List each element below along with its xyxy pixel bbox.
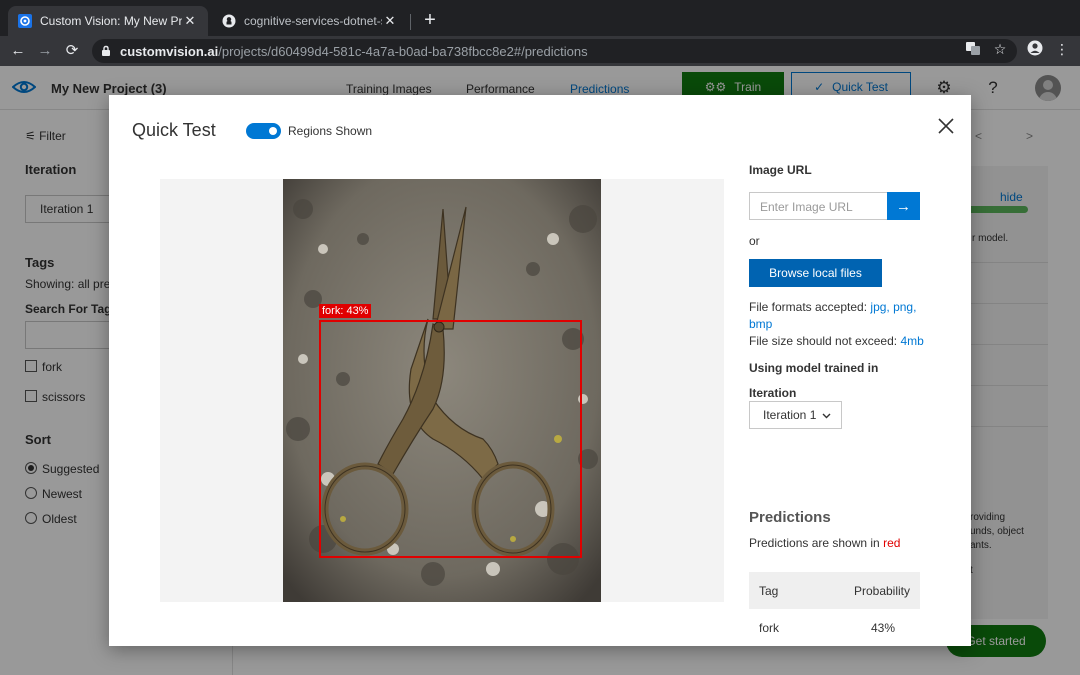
custom-vision-favicon-icon bbox=[18, 14, 32, 28]
tab-separator bbox=[410, 14, 411, 30]
column-header-probability: Probability bbox=[853, 583, 910, 598]
url-host: customvision.ai bbox=[120, 43, 219, 59]
test-photo-scissors: fork: 43% bbox=[283, 179, 601, 602]
prediction-tag: fork bbox=[759, 620, 780, 635]
github-favicon-icon bbox=[222, 14, 236, 28]
or-text: or bbox=[749, 234, 760, 248]
iteration-select-value: Iteration 1 bbox=[763, 408, 817, 422]
reload-icon[interactable]: ⟳ bbox=[62, 41, 82, 61]
translate-icon[interactable] bbox=[964, 40, 982, 58]
file-formats-value: bmp bbox=[749, 317, 773, 331]
predictions-note-color: red bbox=[883, 536, 901, 550]
bookmark-star-icon[interactable]: ☆ bbox=[991, 40, 1009, 58]
file-formats-text: File formats accepted: jpg, png, bbox=[749, 300, 917, 314]
image-url-heading: Image URL bbox=[749, 163, 812, 177]
regions-shown-label: Regions Shown bbox=[288, 124, 373, 138]
submit-url-arrow-icon[interactable]: → bbox=[887, 192, 920, 220]
browser-menu-icon[interactable]: ⋮ bbox=[1053, 40, 1071, 58]
browse-local-files-button[interactable]: Browse local files bbox=[749, 259, 882, 287]
tab-close-icon[interactable]: ✕ bbox=[382, 13, 398, 29]
prediction-probability: 43% bbox=[870, 620, 895, 635]
profile-icon[interactable] bbox=[1026, 40, 1044, 58]
new-tab-plus-icon[interactable]: + bbox=[420, 10, 440, 30]
test-image-area: fork: 43% bbox=[160, 179, 724, 602]
table-row[interactable]: fork 43% bbox=[749, 609, 920, 646]
quick-test-controls: Image URL Enter Image URL → or Browse lo… bbox=[749, 95, 971, 646]
browser-tab-github[interactable]: cognitive-services-dotnet-sdk ✕ bbox=[212, 6, 408, 36]
detected-region-box bbox=[319, 320, 582, 558]
predictions-heading: Predictions bbox=[749, 509, 831, 526]
file-size-value: 4mb bbox=[900, 334, 924, 348]
predictions-table: Tag Probability fork 43% bbox=[749, 572, 920, 646]
predictions-table-header: Tag Probability bbox=[749, 572, 920, 609]
iteration-label: Iteration bbox=[749, 386, 797, 400]
tab-title: cognitive-services-dotnet-sdk bbox=[244, 14, 382, 28]
browser-toolbar: ← → ⟳ customvision.ai/projects/d60499d4-… bbox=[0, 36, 1080, 66]
detected-region-label: fork: 43% bbox=[319, 304, 372, 318]
file-size-text: File size should not exceed: 4mb bbox=[749, 334, 924, 348]
file-formats-value: jpg, png, bbox=[870, 300, 917, 314]
predictions-note: Predictions are shown in red bbox=[749, 536, 901, 550]
image-url-input[interactable]: Enter Image URL bbox=[749, 192, 888, 220]
dialog-title: Quick Test bbox=[132, 120, 216, 140]
quick-test-dialog: Quick Test Regions Shown fork: 43% Image… bbox=[109, 95, 971, 646]
column-header-tag: Tag bbox=[759, 583, 779, 598]
regions-shown-toggle[interactable] bbox=[246, 123, 281, 139]
tab-title: Custom Vision: My New Project bbox=[40, 14, 182, 28]
model-heading: Using model trained in bbox=[749, 361, 879, 375]
forward-arrow-icon[interactable]: → bbox=[35, 41, 55, 61]
chevron-down-icon bbox=[822, 408, 831, 422]
back-arrow-icon[interactable]: ← bbox=[8, 41, 28, 61]
tab-close-icon[interactable]: ✕ bbox=[182, 13, 198, 29]
address-bar[interactable]: customvision.ai/projects/d60499d4-581c-4… bbox=[92, 39, 1017, 63]
browser-tab-strip: Custom Vision: My New Project ✕ cognitiv… bbox=[0, 0, 1080, 36]
lock-icon bbox=[100, 45, 112, 57]
iteration-select[interactable]: Iteration 1 bbox=[749, 401, 842, 429]
url-path: /projects/d60499d4-581c-4a7a-b0ad-ba738f… bbox=[218, 43, 588, 59]
browser-tab-custom-vision[interactable]: Custom Vision: My New Project ✕ bbox=[8, 6, 208, 36]
